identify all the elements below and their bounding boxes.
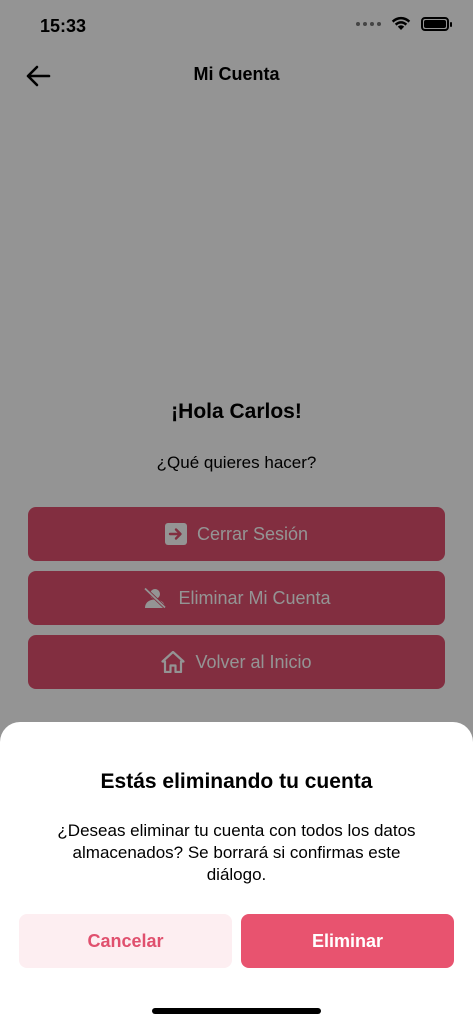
- home-indicator: [152, 1008, 321, 1014]
- dialog-message: ¿Deseas eliminar tu cuenta con todos los…: [57, 821, 416, 884]
- delete-confirmation-sheet: Estás eliminando tu cuenta ¿Deseas elimi…: [0, 722, 473, 1024]
- confirm-delete-button[interactable]: Eliminar: [241, 914, 454, 968]
- cancel-button[interactable]: Cancelar: [19, 914, 232, 968]
- dialog-title: Estás eliminando tu cuenta: [100, 770, 373, 793]
